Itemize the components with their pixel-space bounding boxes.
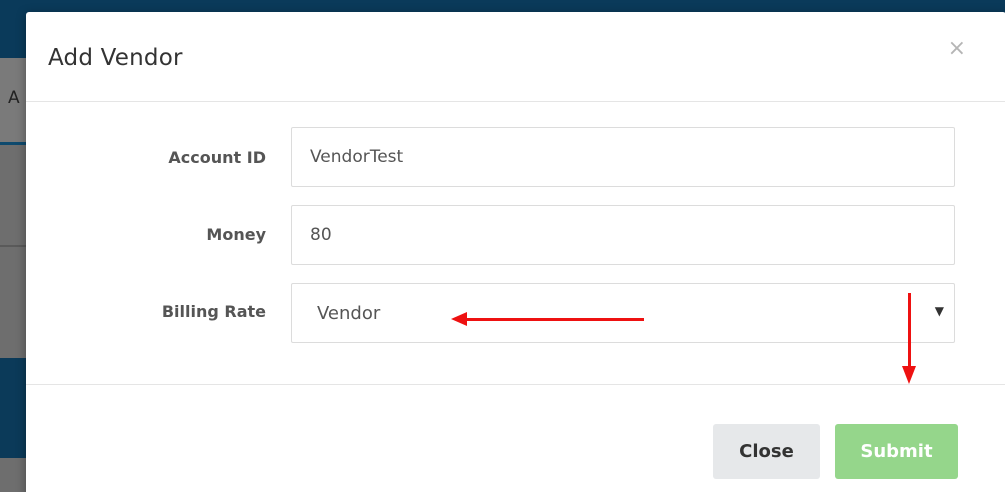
- money-label: Money: [206, 225, 266, 244]
- annotation-arrow-left-line: [458, 318, 644, 321]
- annotation-arrow-left-icon: [451, 312, 467, 326]
- close-button[interactable]: Close: [713, 424, 820, 479]
- modal-header: Add Vendor ×: [26, 12, 1005, 102]
- money-input[interactable]: [291, 205, 955, 265]
- account-id-input[interactable]: [291, 127, 955, 187]
- billing-rate-selected-value: Vendor: [317, 303, 381, 324]
- chevron-down-icon: ▼: [934, 304, 944, 318]
- billing-rate-label: Billing Rate: [161, 302, 266, 321]
- account-id-label: Account ID: [168, 148, 266, 167]
- submit-button[interactable]: Submit: [835, 424, 958, 479]
- annotation-arrow-down-icon: [902, 366, 916, 384]
- modal-footer: Close Submit: [26, 384, 1005, 492]
- close-icon[interactable]: ×: [948, 38, 966, 60]
- billing-rate-select[interactable]: Vendor ▼: [291, 283, 955, 343]
- background-tab-label: A: [8, 88, 20, 108]
- add-vendor-modal: Add Vendor × Account ID Money Billing Ra…: [26, 12, 1005, 492]
- modal-title: Add Vendor: [48, 45, 183, 71]
- annotation-arrow-down-line: [908, 293, 911, 370]
